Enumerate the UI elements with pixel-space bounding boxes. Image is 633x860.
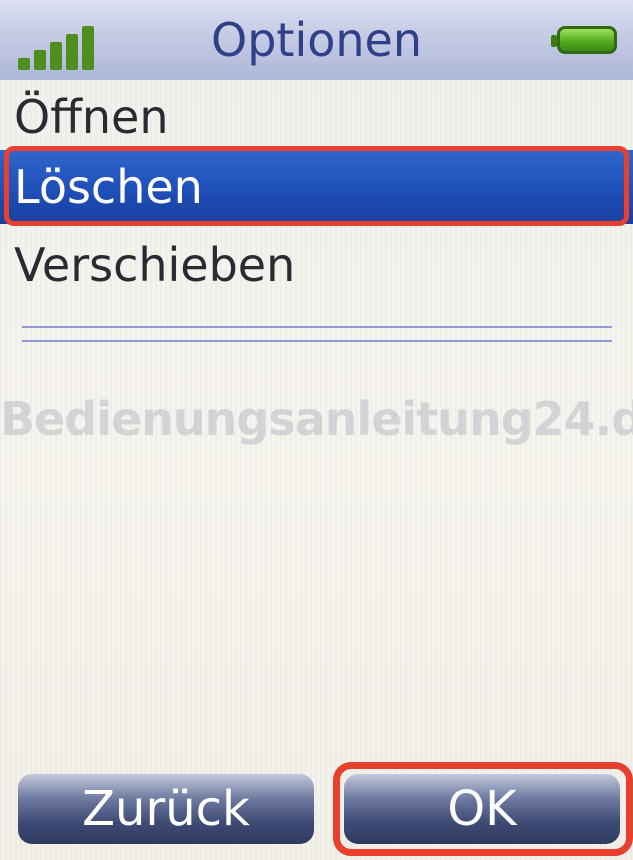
watermark: Bedienungsanleitung24.de (0, 392, 633, 446)
divider (22, 340, 612, 342)
divider (22, 326, 612, 328)
back-softkey[interactable]: Zurück (18, 774, 314, 844)
menu-item-delete[interactable]: Löschen (0, 150, 633, 224)
battery-icon (551, 26, 617, 54)
menu-item-open[interactable]: Öffnen (0, 80, 633, 154)
status-bar: Optionen (0, 0, 633, 80)
phone-screen: Optionen Öffnen Löschen Verschieben Bedi… (0, 0, 633, 860)
ok-softkey[interactable]: OK (344, 774, 620, 844)
menu-item-move[interactable]: Verschieben (0, 228, 633, 302)
screen-title: Optionen (211, 13, 422, 67)
